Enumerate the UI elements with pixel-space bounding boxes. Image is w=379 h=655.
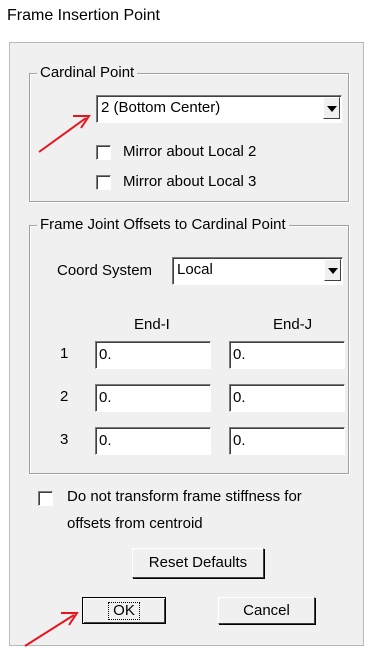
- arrow-to-cardinal-icon: [38, 115, 91, 153]
- annotation-arrows: [24, 115, 91, 647]
- arrow-to-ok-icon: [24, 612, 79, 647]
